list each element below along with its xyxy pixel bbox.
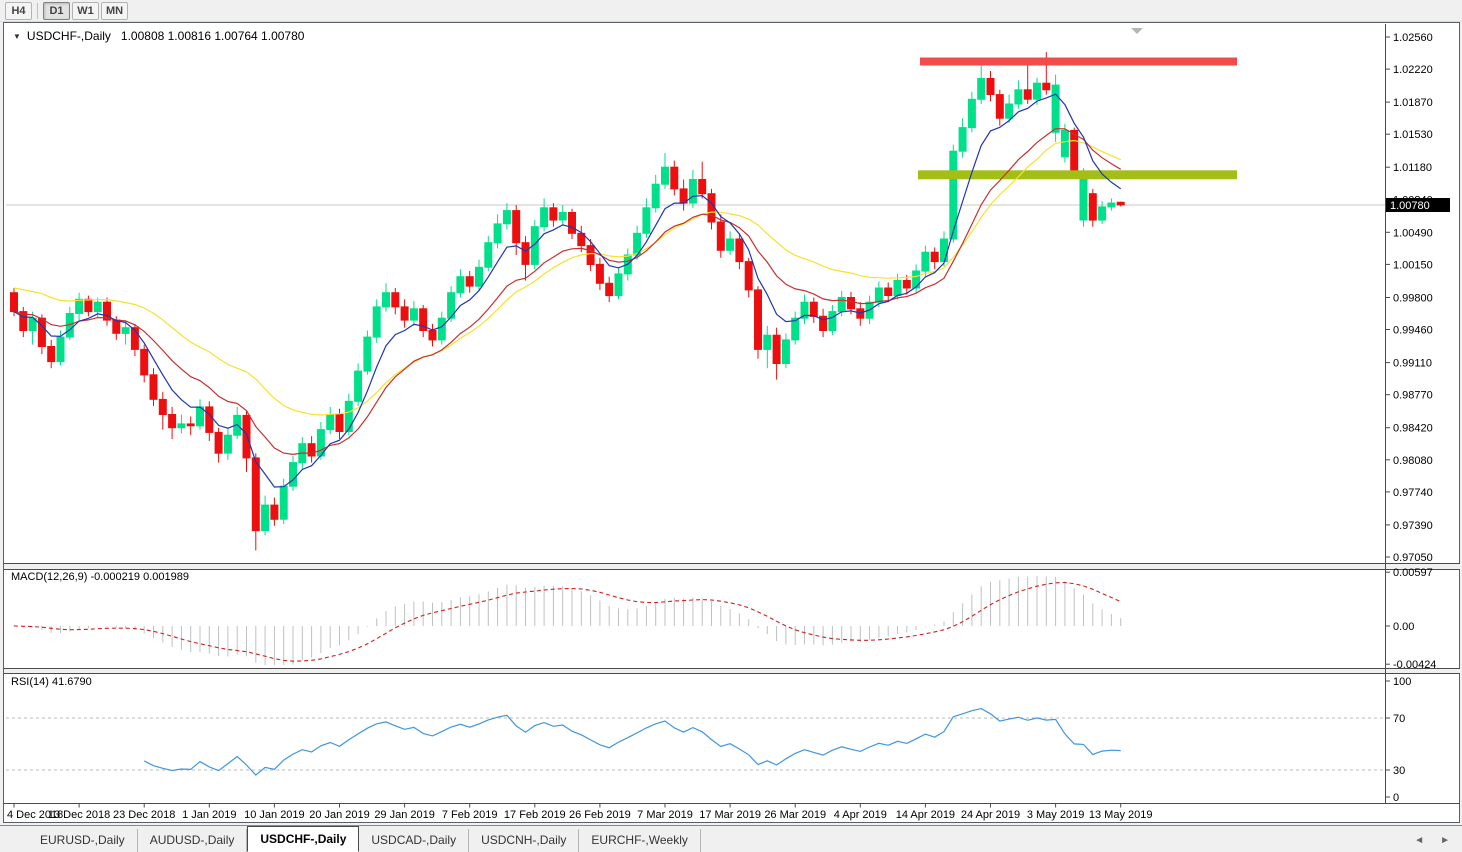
svg-text:0.97390: 0.97390 [1393, 520, 1433, 532]
svg-text:14 Apr 2019: 14 Apr 2019 [896, 809, 955, 821]
svg-text:13 May 2019: 13 May 2019 [1089, 809, 1153, 821]
tab-eurchf-weekly[interactable]: EURCHF-,Weekly [579, 829, 701, 852]
svg-text:10 Jan 2019: 10 Jan 2019 [244, 809, 305, 821]
macd-label: MACD(12,26,9) -0.000219 0.001989 [11, 571, 189, 583]
tab-scroll-left-icon[interactable]: ◄ [1414, 835, 1424, 846]
svg-text:1.00490: 1.00490 [1393, 227, 1433, 239]
svg-text:0.00597: 0.00597 [1393, 567, 1433, 579]
svg-text:0: 0 [1393, 792, 1399, 804]
toolbar-separator [37, 2, 38, 19]
svg-text:0.98420: 0.98420 [1393, 423, 1433, 435]
svg-text:3 May 2019: 3 May 2019 [1027, 809, 1084, 821]
svg-text:1 Jan 2019: 1 Jan 2019 [182, 809, 236, 821]
timeframe-button-mn[interactable]: MN [101, 1, 128, 20]
svg-text:26 Feb 2019: 26 Feb 2019 [569, 809, 631, 821]
timeframe-button-d1[interactable]: D1 [43, 1, 70, 20]
timeframe-toolbar: H4 D1 W1 MN [0, 0, 1462, 22]
tab-usdcad-daily[interactable]: USDCAD-,Daily [359, 829, 470, 852]
timeframe-button-h4[interactable]: H4 [5, 1, 32, 20]
svg-text:0.99110: 0.99110 [1393, 358, 1432, 370]
symbol-label: USDCHF-,Daily [26, 29, 111, 43]
svg-text:7 Mar 2019: 7 Mar 2019 [637, 809, 693, 821]
svg-text:70: 70 [1393, 713, 1405, 725]
svg-text:-0.00424: -0.00424 [1393, 659, 1436, 671]
pane-frame [4, 24, 1460, 804]
macd-indicator: 0.00597 0.00 -0.00424 [13, 567, 1436, 671]
svg-text:0.99800: 0.99800 [1393, 293, 1433, 305]
svg-text:1.01870: 1.01870 [1393, 97, 1433, 109]
chart-title: ▼ USDCHF-,Daily 1.00808 1.00816 1.00764 … [13, 29, 304, 43]
tab-scroll-arrows: ◄ ► [1414, 835, 1450, 852]
rsi-label: RSI(14) 41.6790 [11, 676, 92, 688]
svg-text:29 Jan 2019: 29 Jan 2019 [374, 809, 435, 821]
svg-text:26 Mar 2019: 26 Mar 2019 [764, 809, 826, 821]
svg-text:30: 30 [1393, 765, 1405, 777]
svg-text:1.01180: 1.01180 [1393, 162, 1432, 174]
tab-usdchf-daily[interactable]: USDCHF-,Daily [247, 826, 360, 852]
svg-text:1.00150: 1.00150 [1393, 259, 1433, 271]
svg-text:7 Feb 2019: 7 Feb 2019 [442, 809, 498, 821]
svg-text:1.02560: 1.02560 [1393, 32, 1433, 44]
candles [10, 52, 1125, 551]
date-axis[interactable]: 4 Dec 201813 Dec 2018 23 Dec 2018 1 Jan 20… [7, 803, 1153, 822]
rsi-indicator: 100 70 30 0 [6, 676, 1411, 804]
svg-text:1.00780: 1.00780 [1390, 200, 1430, 212]
ohlc-values: 1.00808 1.00816 1.00764 1.00780 [120, 29, 305, 43]
svg-text:0.99460: 0.99460 [1393, 325, 1433, 337]
symbol-dropdown-icon[interactable]: ▼ [13, 32, 21, 41]
tab-eurusd-daily[interactable]: EURUSD-,Daily [28, 829, 138, 852]
timeframe-button-w1[interactable]: W1 [72, 1, 99, 20]
svg-text:24 Apr 2019: 24 Apr 2019 [961, 809, 1020, 821]
svg-text:0.97740: 0.97740 [1393, 487, 1433, 499]
svg-text:100: 100 [1393, 676, 1411, 688]
resistance-line[interactable] [920, 57, 1237, 66]
svg-text:0.98080: 0.98080 [1393, 455, 1433, 467]
support-line[interactable] [918, 170, 1237, 180]
candlestick-chart[interactable]: 1.02560 1.02220 1.01870 1.01530 1.01180 1.008… [4, 24, 1460, 822]
svg-text:4 Apr 2019: 4 Apr 2019 [834, 809, 887, 821]
chart-tab-bar: EURUSD-,Daily AUDUSD-,Daily USDCHF-,Dail… [0, 825, 1462, 852]
svg-text:20 Jan 2019: 20 Jan 2019 [309, 809, 370, 821]
svg-text:1.02220: 1.02220 [1393, 64, 1433, 76]
svg-text:1.01530: 1.01530 [1393, 129, 1433, 141]
rsi-line [143, 707, 1121, 776]
svg-text:17 Feb 2019: 17 Feb 2019 [504, 809, 566, 821]
svg-text:0.00: 0.00 [1393, 621, 1414, 633]
svg-text:23 Dec 2018: 23 Dec 2018 [113, 809, 175, 821]
tab-scroll-right-icon[interactable]: ► [1440, 835, 1450, 846]
svg-text:0.98770: 0.98770 [1393, 390, 1433, 402]
price-axis[interactable]: 1.025601.022201.018701.015301.011801.008… [1386, 32, 1450, 564]
tab-usdcnh-daily[interactable]: USDCNH-,Daily [469, 829, 580, 852]
chart-shift-marker-icon [1131, 28, 1143, 34]
svg-text:0.97050: 0.97050 [1393, 552, 1433, 564]
tab-audusd-daily[interactable]: AUDUSD-,Daily [138, 829, 248, 852]
svg-text:13 Dec 2018: 13 Dec 2018 [48, 809, 110, 821]
macd-signal-line [13, 581, 1121, 662]
svg-text:17 Mar 2019: 17 Mar 2019 [699, 809, 761, 821]
